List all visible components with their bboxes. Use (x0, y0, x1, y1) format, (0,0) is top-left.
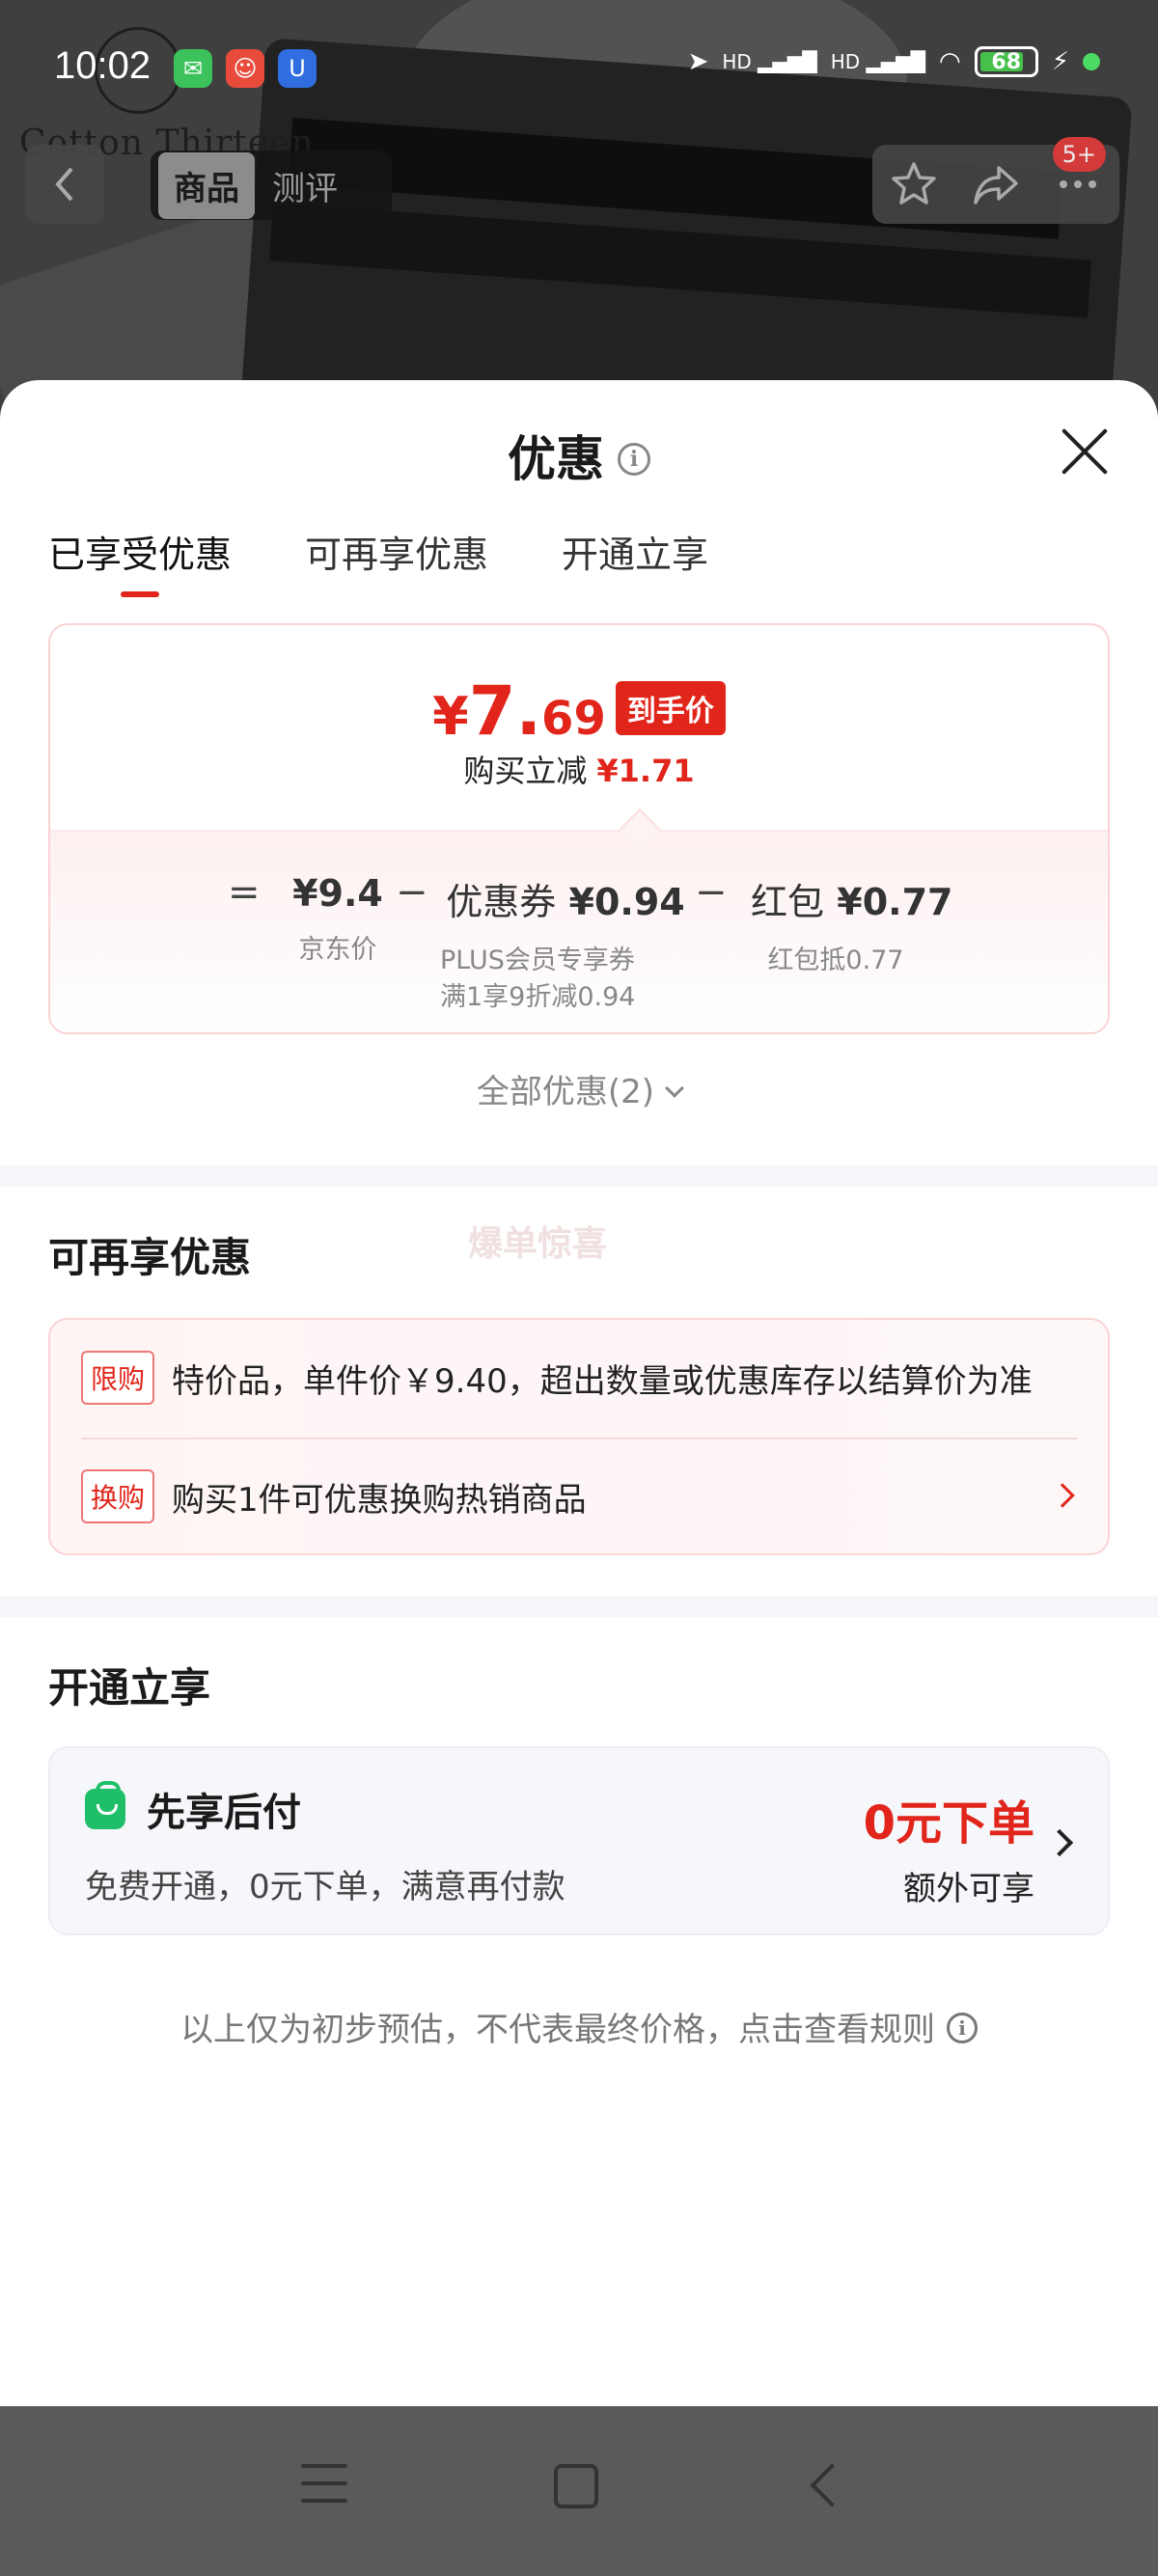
wifi-icon: ◠ (939, 47, 961, 76)
final-price: ¥7.69 到手价 (50, 671, 1108, 751)
offer-tag: 换购 (81, 1469, 155, 1523)
chevron-down-icon (665, 1079, 684, 1098)
chevron-right-icon (1050, 1483, 1075, 1508)
tab-product[interactable]: 商品 (158, 151, 255, 219)
system-nav-bar (0, 2406, 1158, 2576)
section-divider (0, 1165, 1158, 1187)
charging-icon: ⚡ (1051, 47, 1069, 76)
back-chevron-icon (55, 167, 73, 202)
pay-later-desc: 免费开通，0元下单，满意再付款 (85, 1868, 565, 1906)
message-badge: 5+ (1052, 137, 1106, 172)
jd-price-item: ¥9.4 京东价 (292, 872, 383, 965)
menu-icon[interactable] (301, 2464, 347, 2508)
offer-item-limit: 限购 特价品，单件价￥9.40，超出数量或优惠库存以结算价为准 (81, 1320, 1077, 1436)
back-icon[interactable] (810, 2463, 854, 2507)
price-breakdown: = ¥9.4 京东价 − 优惠券 ¥0.94 PLUS会员专享券 满1享9折减0.… (50, 830, 1108, 1032)
offer-text: 购买1件可优惠换购热销商品 (172, 1480, 587, 1520)
battery-icon: 68 (974, 46, 1038, 77)
product-top-nav: 商品 测评 5+ (0, 137, 1158, 224)
favorite-star-icon[interactable] (888, 158, 940, 210)
section-divider (0, 1596, 1158, 1617)
status-time: 10:02 (54, 44, 152, 87)
final-price-tag: 到手价 (615, 681, 726, 735)
chevron-right-icon (1045, 1828, 1074, 1857)
more-discounts-card: 限购 特价品，单件价￥9.40，超出数量或优惠库存以结算价为准 换购 购买1件可… (48, 1318, 1110, 1555)
discount-sheet: 优惠 i 已享受优惠 可再享优惠 开通立享 ¥7.69 到手价 购买立减 ¥1.71 … (0, 380, 1158, 2406)
status-bar: 10:02 ✉ ☺ U ➤ HD ▂▄▆█ HD ▂▄▆█ ◠ 68 ⚡ (0, 37, 1158, 104)
minus-sign: − (396, 870, 428, 915)
app-notification-icon: ☺ (226, 49, 264, 88)
signal-icon-1: HD ▂▄▆█ (722, 50, 817, 73)
product-review-tabs: 商品 测评 (151, 151, 392, 220)
wechat-icon: ✉ (174, 49, 212, 88)
open-enjoy-heading: 开通立享 (48, 1664, 211, 1712)
final-price-card: ¥7.69 到手价 购买立减 ¥1.71 = ¥9.4 京东价 − 优惠券 ¥0.9… (48, 623, 1110, 1034)
close-button[interactable] (1058, 425, 1112, 479)
sheet-title: 优惠 i (0, 421, 1158, 490)
privacy-indicator-dot (1083, 53, 1100, 70)
back-button[interactable] (25, 145, 104, 224)
equals-sign: = (228, 870, 261, 915)
discount-tabs: 已享受优惠 可再享优惠 开通立享 (48, 525, 708, 597)
pay-later-card[interactable]: 先享后付 免费开通，0元下单，满意再付款 0元下单 额外可享 (48, 1746, 1110, 1935)
all-discounts-toggle[interactable]: 全部优惠(2) (0, 1065, 1158, 1112)
pay-later-title: 先享后付 (147, 1791, 301, 1835)
instant-reduction: 购买立减 ¥1.71 (463, 753, 695, 789)
offer-text: 特价品，单件价￥9.40，超出数量或优惠库存以结算价为准 (172, 1361, 1033, 1401)
location-arrow-icon: ➤ (687, 47, 709, 76)
info-icon[interactable]: i (618, 442, 650, 476)
tab-review[interactable]: 测评 (262, 152, 347, 219)
coupon-item: 优惠券 ¥0.94 PLUS会员专享券 满1享9折减0.94 (440, 881, 685, 1012)
signal-icon-2: HD ▂▄▆█ (830, 50, 926, 73)
home-icon[interactable] (554, 2464, 598, 2508)
minus-sign-2: − (695, 870, 728, 915)
rules-footnote[interactable]: 以上仅为初步预估，不代表最终价格，点击查看规则 i (0, 2003, 1158, 2050)
more-discounts-heading: 可再享优惠 (48, 1234, 252, 1281)
tab-open-enjoy[interactable]: 开通立享 (562, 525, 708, 597)
extra-enjoy-label: 额外可享 (903, 1870, 1034, 1908)
shopping-bag-icon (85, 1781, 125, 1829)
tab-more-discounts[interactable]: 可再享优惠 (305, 525, 488, 597)
action-buttons-group: 5+ (872, 137, 1119, 224)
share-icon[interactable] (970, 158, 1022, 210)
app-u-icon: U (278, 49, 317, 88)
ghost-watermark-text: 爆单惊喜 (468, 1224, 608, 1264)
info-icon: i (947, 2012, 978, 2043)
tab-enjoyed-discounts[interactable]: 已享受优惠 (48, 525, 232, 597)
offer-tag: 限购 (81, 1351, 155, 1405)
zero-order-highlight: 0元下单 (863, 1796, 1034, 1850)
redpack-item: 红包 ¥0.77 红包抵0.77 (751, 881, 953, 975)
offer-item-exchange[interactable]: 换购 购买1件可优惠换购热销商品 (81, 1438, 1077, 1553)
